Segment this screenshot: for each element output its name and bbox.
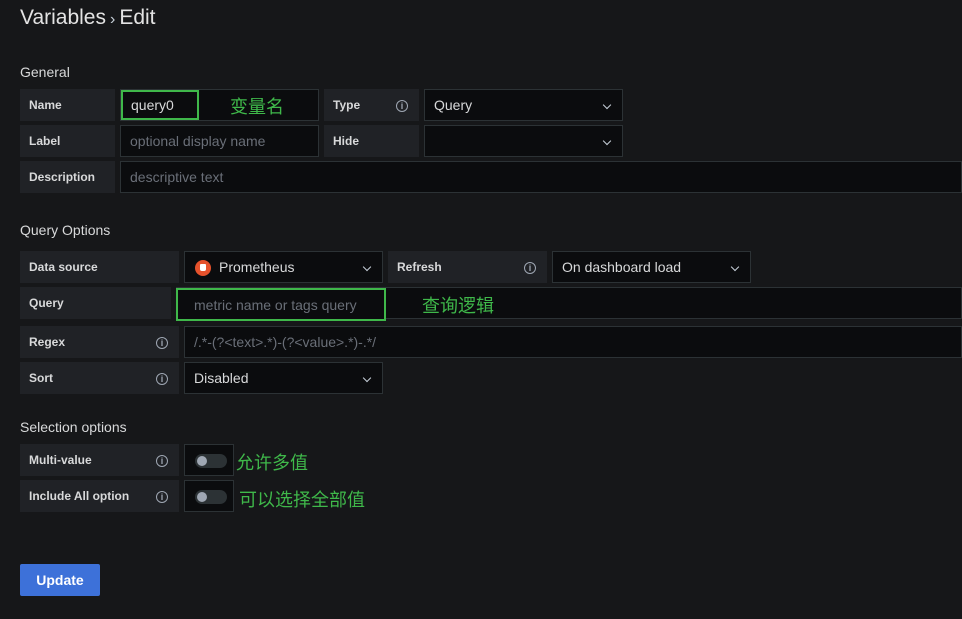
query-input[interactable]	[176, 288, 386, 321]
chevron-down-icon	[362, 262, 372, 272]
name-input-value: query0	[131, 97, 174, 113]
label-input[interactable]	[120, 125, 319, 157]
toggle-knob	[197, 456, 207, 466]
update-button[interactable]: Update	[20, 564, 100, 596]
sort-select-value: Disabled	[194, 370, 249, 386]
general-section-title: General	[20, 64, 70, 80]
refresh-select[interactable]: On dashboard load	[552, 251, 751, 283]
sort-label: Sort i	[20, 362, 179, 394]
include-all-label: Include All option i	[20, 480, 179, 512]
chevron-down-icon	[602, 100, 612, 110]
refresh-select-value: On dashboard load	[562, 259, 682, 275]
description-label: Description	[20, 161, 115, 193]
query-label: Query	[20, 287, 171, 319]
info-icon[interactable]: i	[156, 491, 168, 503]
type-label: Type i	[324, 89, 419, 121]
datasource-label: Data source	[20, 251, 179, 283]
type-select-value: Query	[434, 97, 473, 113]
multi-value-label: Multi-value i	[20, 444, 179, 476]
refresh-label-text: Refresh	[397, 260, 442, 274]
query-options-section-title: Query Options	[20, 222, 111, 238]
datasource-select[interactable]: Prometheus	[184, 251, 383, 283]
multi-value-toggle[interactable]	[195, 454, 227, 468]
breadcrumb-separator: ›	[110, 11, 116, 28]
regex-label: Regex i	[20, 326, 179, 358]
query-annotation: 查询逻辑	[422, 296, 494, 316]
info-icon[interactable]: i	[524, 262, 536, 274]
info-icon[interactable]: i	[156, 373, 168, 385]
refresh-label: Refresh i	[388, 251, 547, 283]
type-select[interactable]: Query	[424, 89, 623, 121]
sort-label-text: Sort	[29, 371, 53, 385]
chevron-down-icon	[362, 373, 372, 383]
multi-value-label-text: Multi-value	[29, 453, 92, 467]
regex-input[interactable]	[184, 326, 962, 358]
info-icon[interactable]: i	[156, 455, 168, 467]
name-field-wrapper: query0	[120, 89, 319, 121]
page-title: Variables › Edit	[20, 6, 156, 30]
include-all-toggle-wrapper	[184, 480, 234, 512]
info-icon[interactable]: i	[396, 100, 408, 112]
type-label-text: Type	[333, 98, 361, 112]
datasource-select-value: Prometheus	[219, 259, 295, 275]
toggle-knob	[197, 492, 207, 502]
label-label: Label	[20, 125, 115, 157]
hide-label: Hide	[324, 125, 419, 157]
include-all-toggle[interactable]	[195, 490, 227, 504]
chevron-down-icon	[730, 262, 740, 272]
include-all-label-text: Include All option	[29, 489, 130, 503]
multi-value-toggle-wrapper	[184, 444, 234, 476]
hide-select[interactable]	[424, 125, 623, 157]
include-all-annotation: 可以选择全部值	[239, 490, 365, 510]
sort-select[interactable]: Disabled	[184, 362, 383, 394]
regex-label-text: Regex	[29, 335, 66, 349]
name-input[interactable]: query0	[121, 90, 199, 120]
multi-value-annotation: 允许多值	[236, 453, 308, 473]
breadcrumb-current: Edit	[119, 6, 156, 29]
name-annotation: 变量名	[230, 97, 284, 117]
selection-options-section-title: Selection options	[20, 419, 127, 435]
prometheus-icon	[195, 260, 211, 276]
name-label: Name	[20, 89, 115, 121]
breadcrumb-parent[interactable]: Variables	[20, 6, 106, 29]
description-input[interactable]	[120, 161, 962, 193]
chevron-down-icon	[602, 136, 612, 146]
info-icon[interactable]: i	[156, 337, 168, 349]
